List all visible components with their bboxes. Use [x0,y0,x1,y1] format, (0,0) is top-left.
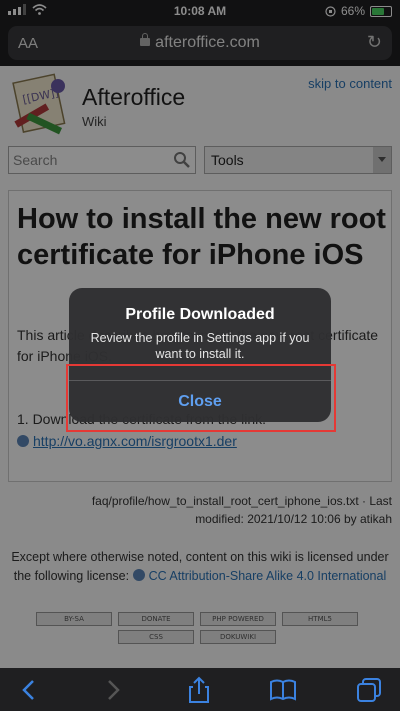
close-button-highlight [66,364,336,432]
forward-icon[interactable] [98,676,128,704]
share-icon[interactable] [184,676,214,704]
alert-title: Profile Downloaded [125,306,275,323]
bookmarks-icon[interactable] [268,676,298,704]
alert-message: Review the profile in Settings app if yo… [90,331,310,361]
tabs-icon[interactable] [354,676,384,704]
back-icon[interactable] [14,676,44,704]
bottom-toolbar [0,668,400,711]
